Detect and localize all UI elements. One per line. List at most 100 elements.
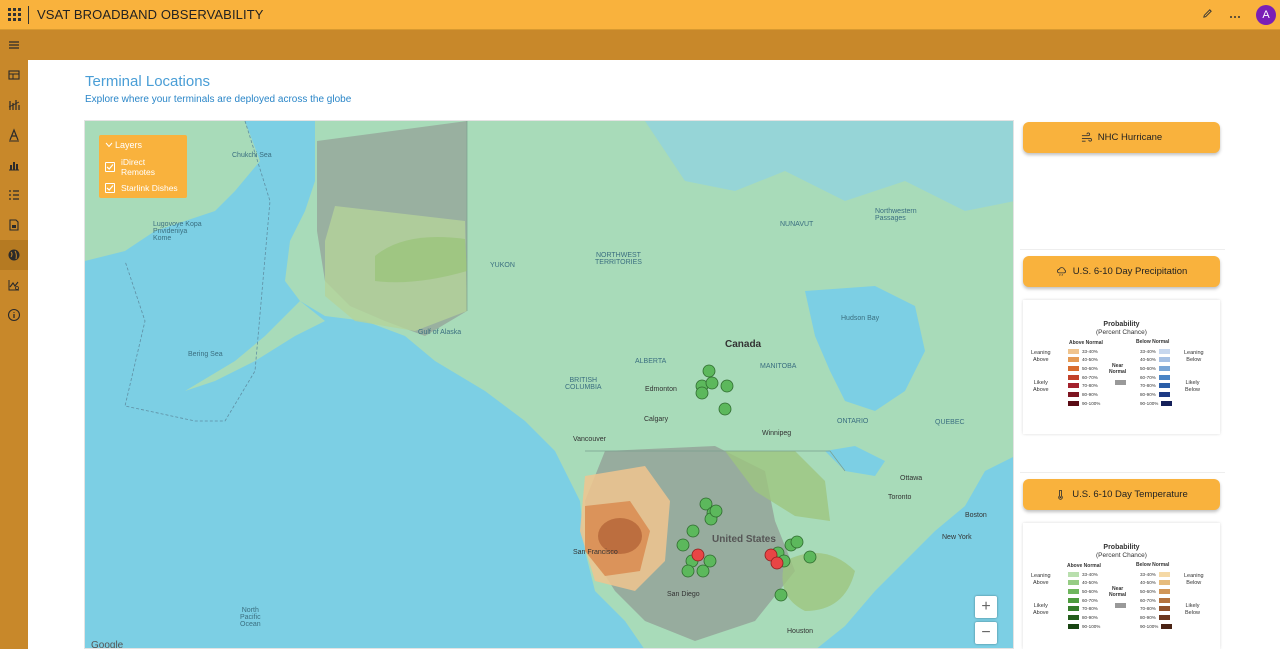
analytics-icon[interactable] <box>0 270 28 300</box>
idirect-marker[interactable] <box>720 379 734 393</box>
thermometer-icon <box>1058 489 1063 500</box>
top-bar: VSAT BROADBAND OBSERVABILITY A <box>0 0 1280 30</box>
range-label: 50-60% <box>1082 588 1098 594</box>
below-normal-swatch-row: 70-80% <box>1140 383 1170 389</box>
idirect-marker[interactable] <box>695 386 709 400</box>
idirect-marker[interactable] <box>790 535 804 549</box>
layers-header[interactable]: Layers <box>105 140 181 150</box>
range-label: 90-100% <box>1140 623 1159 629</box>
below-normal-swatch-row: 60-70% <box>1140 597 1170 603</box>
range-label: 70-80% <box>1082 383 1098 389</box>
label-chukchi-sea: Chukchi Sea <box>232 152 272 159</box>
idirect-marker[interactable] <box>696 564 710 578</box>
idirect-marker[interactable] <box>774 588 788 602</box>
dashboard-icon[interactable] <box>0 60 28 90</box>
idirect-marker[interactable] <box>676 538 690 552</box>
button-label: NHC Hurricane <box>1097 132 1163 143</box>
nhc-hurricane-button[interactable]: NHC Hurricane <box>1023 122 1220 153</box>
idirect-marker[interactable] <box>705 376 719 390</box>
starlink-marker[interactable] <box>691 548 705 562</box>
page-subtitle: Explore where your terminals are deploye… <box>85 94 352 105</box>
color-swatch <box>1068 615 1079 620</box>
color-swatch <box>1068 400 1079 406</box>
idirect-marker[interactable] <box>803 550 817 564</box>
map-attribution: Google <box>91 640 124 649</box>
label-british-columbia: BRITISH COLUMBIA <box>565 377 602 391</box>
idirect-marker[interactable] <box>686 524 700 538</box>
above-normal-swatch-row: 60-70% <box>1068 374 1098 380</box>
label-nw-territories: NORTHWEST TERRITORIES <box>595 252 642 266</box>
above-normal-swatch-row: 33-40% <box>1068 571 1098 577</box>
globe-icon[interactable] <box>0 240 28 270</box>
app-launcher-button[interactable] <box>0 0 28 30</box>
above-normal-swatch-row: 70-80% <box>1068 606 1098 612</box>
terminal-map[interactable]: Chukchi Sea Bering Sea Gulf of Alaska Hu… <box>84 120 1014 649</box>
color-swatch <box>1158 571 1170 577</box>
range-label: 90-100% <box>1082 400 1101 406</box>
label-edmonton: Edmonton <box>645 386 677 393</box>
pencil-icon[interactable] <box>1200 8 1214 22</box>
range-label: 50-60% <box>1140 588 1156 594</box>
color-swatch <box>1158 615 1170 620</box>
color-swatch <box>1068 571 1079 577</box>
label-ontario: ONTARIO <box>837 418 869 425</box>
label-nunavut: NUNAVUT <box>780 221 814 228</box>
idirect-marker[interactable] <box>718 402 732 416</box>
menu-icon[interactable] <box>0 30 28 60</box>
near-normal-swatch <box>1115 380 1126 385</box>
idirect-marker[interactable] <box>703 554 717 568</box>
below-normal-swatch-row: 33-40% <box>1140 348 1170 354</box>
color-swatch <box>1068 383 1079 389</box>
layer-idirect-remotes[interactable]: iDirect Remotes <box>105 156 181 177</box>
checkbox-idirect-remotes[interactable] <box>105 161 115 172</box>
color-swatch <box>1158 365 1170 371</box>
chart-icon[interactable] <box>0 90 28 120</box>
range-label: 80-90% <box>1082 392 1098 397</box>
ellipsis-icon[interactable] <box>1228 8 1242 22</box>
report-icon[interactable] <box>0 210 28 240</box>
label-new-york: New York <box>942 534 972 541</box>
text-icon[interactable] <box>0 120 28 150</box>
likely-above-label: Likely Above <box>1033 380 1049 393</box>
idirect-marker[interactable] <box>709 504 723 518</box>
info-icon[interactable] <box>0 300 28 330</box>
color-swatch <box>1161 400 1173 406</box>
starlink-marker[interactable] <box>770 556 784 570</box>
color-swatch <box>1158 392 1170 397</box>
range-label: 60-70% <box>1140 597 1156 603</box>
below-normal-swatch-row: 80-90% <box>1140 392 1170 398</box>
below-normal-header: Below Normal <box>1136 339 1170 345</box>
below-normal-swatch-row: 40-50% <box>1140 580 1170 586</box>
range-label: 60-70% <box>1082 374 1098 380</box>
layer-starlink-dishes[interactable]: Starlink Dishes <box>105 177 181 198</box>
color-swatch <box>1068 374 1079 380</box>
range-label: 40-50% <box>1082 580 1098 586</box>
above-normal-header: Above Normal <box>1067 563 1101 569</box>
list-icon[interactable] <box>0 180 28 210</box>
below-normal-header: Below Normal <box>1136 562 1170 568</box>
bar-chart-icon[interactable] <box>0 150 28 180</box>
user-avatar[interactable]: A <box>1256 4 1276 25</box>
label-toronto: Toronto <box>888 494 912 501</box>
below-normal-swatch-row: 60-70% <box>1140 374 1170 380</box>
checkbox-starlink-dishes[interactable] <box>105 182 115 193</box>
label-ottawa: Ottawa <box>900 475 923 482</box>
zoom-out-button[interactable]: − <box>975 622 997 644</box>
color-swatch <box>1068 392 1079 397</box>
page-title: Terminal Locations <box>85 73 211 90</box>
range-label: 40-50% <box>1140 580 1156 586</box>
label-northwest-passages: Northwestern Passages <box>875 208 917 222</box>
range-label: 33-40% <box>1140 348 1156 354</box>
above-normal-swatch-row: 90-100% <box>1068 400 1100 406</box>
label-quebec: QUEBEC <box>935 419 965 426</box>
precip-legend-content: Probability (Percent Chance) Above Norma… <box>1023 300 1220 434</box>
cloud-rain-icon <box>1056 267 1066 276</box>
label-winnipeg: Winnipeg <box>762 430 792 437</box>
idirect-marker[interactable] <box>681 564 695 578</box>
legend-title: Probability <box>1103 544 1140 551</box>
zoom-in-button[interactable]: + <box>975 596 997 618</box>
layer-label: Starlink Dishes <box>121 182 178 193</box>
temperature-button[interactable]: U.S. 6-10 Day Temperature <box>1023 479 1220 510</box>
precipitation-button[interactable]: U.S. 6-10 Day Precipitation <box>1023 256 1220 287</box>
idirect-marker[interactable] <box>702 364 716 378</box>
